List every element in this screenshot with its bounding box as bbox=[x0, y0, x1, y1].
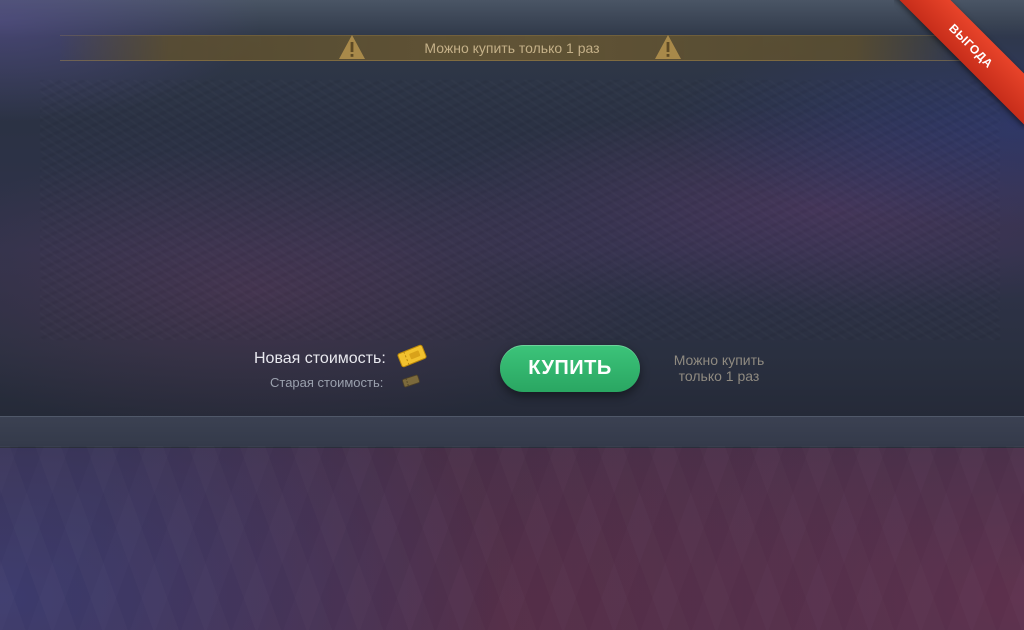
warning-icon bbox=[655, 35, 681, 59]
old-price-label: Старая стоимость: bbox=[270, 375, 384, 390]
deal-ribbon-label: ВЫГОДА bbox=[894, 0, 1024, 126]
purchase-limit-note-line2: только 1 раз bbox=[678, 368, 760, 384]
panel-footer-strip bbox=[0, 416, 1024, 448]
buy-button[interactable]: КУПИТЬ bbox=[500, 345, 640, 392]
purchase-limit-notice: Можно купить только 1 раз bbox=[60, 35, 964, 61]
background-pattern bbox=[0, 446, 1024, 630]
background-artwork bbox=[40, 80, 1000, 340]
ticket-icon bbox=[397, 344, 427, 368]
offer-panel: Можно купить только 1 раз ВЫГОДА Новая с… bbox=[0, 0, 1024, 416]
notice-text: Можно купить только 1 раз bbox=[424, 40, 600, 56]
ticket-icon bbox=[402, 374, 420, 388]
purchase-limit-note: Можно купить только 1 раз bbox=[660, 352, 778, 384]
purchase-limit-note-line1: Можно купить bbox=[673, 352, 765, 368]
new-price-label: Новая стоимость: bbox=[254, 350, 386, 367]
deal-ribbon: ВЫГОДА bbox=[894, 0, 1024, 130]
